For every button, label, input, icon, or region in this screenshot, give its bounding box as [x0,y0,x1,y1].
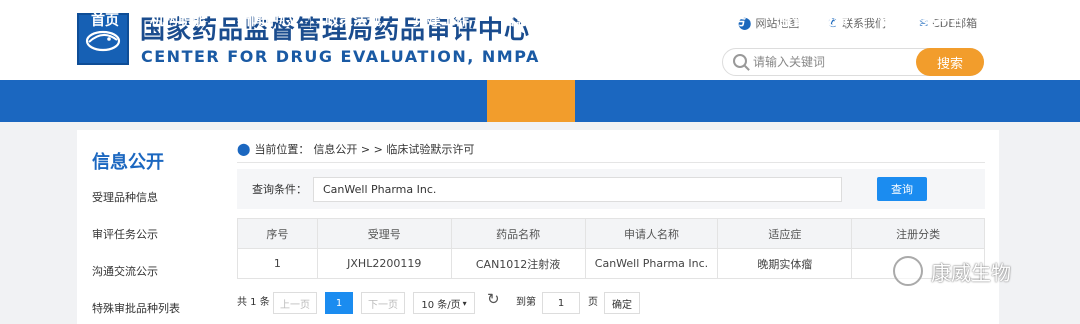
goto-prefix: 到第 [516,297,536,308]
next-page-button[interactable]: 下一页 [361,292,405,314]
nav-item-functions[interactable]: 机构职能 [150,0,206,42]
sidebar-item-accepted[interactable]: 受理品种信息 [92,189,158,205]
sidebar-title: 信息公开 [92,152,164,173]
nav-item-feedback[interactable]: 监督与反馈 [778,0,848,42]
goto-page-input[interactable]: 1 [542,292,580,314]
query-label: 查询条件： [252,183,307,196]
divider [237,162,985,163]
col-header-drug-name: 药品名称 [450,218,586,249]
total-count: 共 1 条 [237,297,270,308]
goto-suffix: 页 [588,297,598,308]
prev-page-button[interactable]: 上一页 [273,292,317,314]
nav-divider [398,14,399,28]
search-input[interactable] [753,53,913,71]
nav-divider [134,14,135,28]
search-button[interactable]: 搜索 [916,48,984,76]
wechat-icon [893,256,923,286]
location-pin-icon: ⬤ [237,142,251,156]
search-icon [733,54,747,68]
sidebar-item-communication[interactable]: 沟通交流公示 [92,263,158,279]
nav-item-party[interactable]: 党建工作 [413,0,469,42]
page-size-select[interactable]: 10 条/页 ▾ [413,292,475,314]
col-header-indication: 适应症 [717,218,853,249]
watermark: 康威生物 [893,256,1011,286]
table-row[interactable]: 1 JXHL2200119 CAN1012注射液 CanWell Pharma … [237,248,985,279]
col-header-index: 序号 [237,218,318,249]
watermark-text: 康威生物 [931,260,1011,285]
nav-divider [222,14,223,28]
nav-item-news[interactable]: 新闻中心 [237,0,293,42]
nav-divider [310,14,311,28]
query-button[interactable]: 查询 [877,177,927,201]
sidebar-item-review-tasks[interactable]: 审评任务公示 [92,226,158,242]
nav-divider [764,14,765,28]
nav-item-info[interactable]: 信息公开 [501,0,557,42]
breadcrumb-path[interactable]: 信息公开 > > 临床试验默示许可 [313,141,474,157]
cell-indication: 晚期实体瘤 [717,248,853,279]
nav-item-policy[interactable]: 政策法规 [325,0,381,42]
refresh-icon[interactable]: ↻ [487,290,500,308]
cell-applicant: CanWell Pharma Inc. [584,248,719,279]
sidebar-item-special-approval[interactable]: 特殊审批品种列表 [92,300,180,316]
table-header-row: 序号 受理号 药品名称 申请人名称 适应症 注册分类 [237,218,985,249]
sidebar: 信息公开 受理品种信息 审评任务公示 沟通交流公示 特殊审批品种列表 [77,130,223,324]
goto-confirm-button[interactable]: 确定 [604,292,640,314]
nav-item-home[interactable]: 首页 [91,0,119,42]
col-header-acceptance-no: 受理号 [316,218,452,249]
cell-index: 1 [237,248,318,279]
results-table: 序号 受理号 药品名称 申请人名称 适应症 注册分类 1 JXHL2200119… [237,218,985,279]
cell-acceptance-no[interactable]: JXHL2200119 [316,248,452,279]
chevron-down-icon: ▾ [462,298,467,308]
nav-divider [866,14,867,28]
nav-item-registration[interactable]: 登记备案平台 [880,0,964,42]
nav-divider [676,14,677,28]
query-input[interactable]: CanWell Pharma Inc. [313,177,842,202]
breadcrumb: ⬤ 当前位置： 信息公开 > > 临床试验默示许可 [237,141,474,157]
page-button-current[interactable]: 1 [325,292,353,314]
page-size-value: 10 条/页 [421,299,461,311]
cell-drug-name: CAN1012注射液 [450,248,586,279]
col-header-registration-class: 注册分类 [851,218,985,249]
site-title-en: CENTER FOR DRUG EVALUATION, NMPA [141,47,540,66]
nav-active-highlight [487,80,575,122]
nav-item-services[interactable]: 办事服务 [690,0,746,42]
breadcrumb-label: 当前位置： [254,143,310,156]
col-header-applicant: 申请人名称 [584,218,719,249]
nav-item-applicant[interactable]: 申请人之窗 [590,0,660,42]
